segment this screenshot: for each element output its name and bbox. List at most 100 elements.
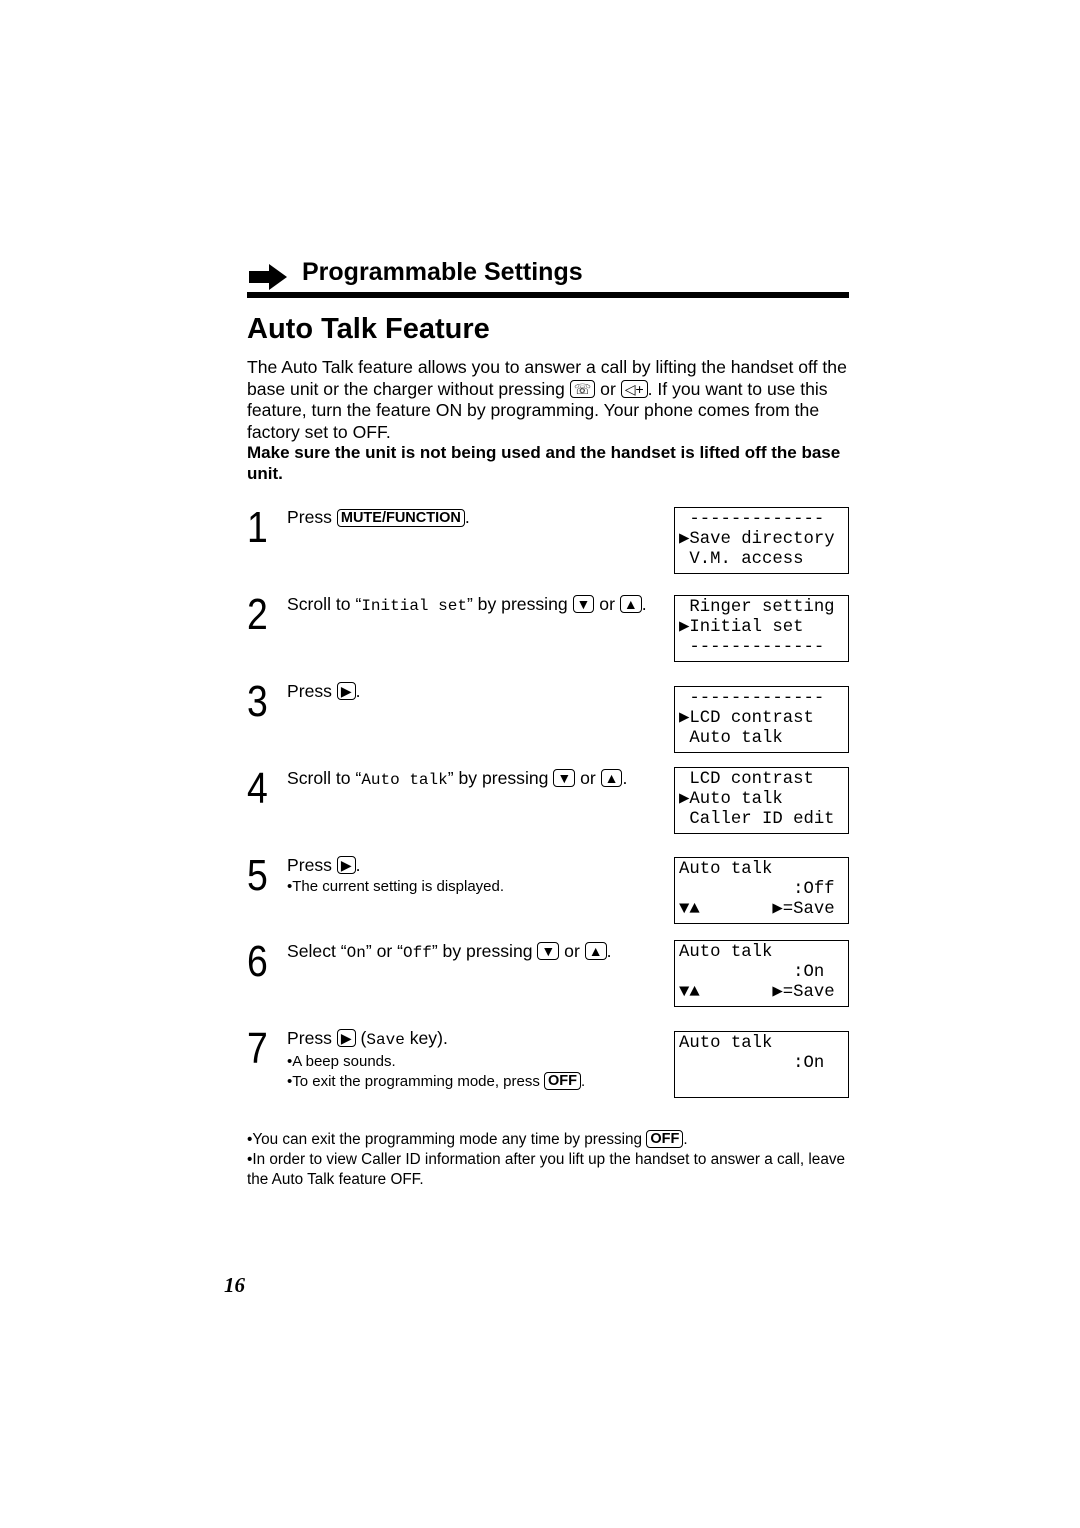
lcd-line: Auto talk bbox=[679, 729, 783, 748]
text: ( bbox=[355, 1028, 367, 1048]
warning-text: Make sure the unit is not being used and… bbox=[247, 443, 841, 483]
step-text: Scroll to “Auto talk” by pressing ▼ or ▲… bbox=[287, 768, 647, 792]
lcd-line: Auto talk bbox=[679, 860, 773, 879]
section-header: Programmable Settings bbox=[247, 256, 849, 298]
step-number: 5 bbox=[247, 851, 268, 900]
lcd-line: ------------- bbox=[679, 689, 825, 708]
step-note: •To exit the programming mode, press bbox=[287, 1072, 545, 1090]
text: Press bbox=[287, 1028, 337, 1048]
lcd-line: ▶Auto talk bbox=[679, 790, 783, 809]
step-text: Press ▶. •The current setting is displaye… bbox=[287, 855, 647, 897]
lcd-line: ------------- bbox=[679, 638, 825, 657]
step-line: Scroll to “Initial set” by pressing ▼ or… bbox=[287, 594, 647, 618]
lcd-line: Caller ID edit bbox=[679, 810, 835, 829]
step-number: 7 bbox=[247, 1024, 268, 1073]
lcd-line: :On bbox=[679, 963, 825, 982]
step-line: Scroll to “Auto talk” by pressing ▼ or ▲… bbox=[287, 768, 647, 792]
step-number: 6 bbox=[247, 937, 268, 986]
lcd-term: Auto talk bbox=[361, 771, 448, 789]
lcd-display: ------------- ▶Save directory V.M. access bbox=[674, 507, 849, 574]
text: or bbox=[559, 941, 585, 961]
lcd-line: Auto talk bbox=[679, 943, 773, 962]
text: . bbox=[464, 507, 470, 527]
step-text: Press MUTE/FUNCTION. bbox=[287, 507, 647, 529]
step-note: •The current setting is displayed. bbox=[287, 877, 505, 895]
right-arrow-icon bbox=[249, 264, 287, 290]
text: Press bbox=[287, 507, 337, 527]
text: . bbox=[641, 594, 647, 614]
text: ” by pressing bbox=[466, 594, 573, 614]
down-key-icon: ▼ bbox=[537, 942, 560, 960]
lcd-line: ▼▲ ▶=Save bbox=[679, 900, 835, 919]
down-key-icon: ▼ bbox=[572, 595, 595, 613]
step-line: Press ▶. bbox=[287, 855, 647, 877]
lcd-display: Auto talk :On bbox=[674, 1031, 849, 1098]
lcd-line: Ringer setting bbox=[679, 598, 835, 617]
footnote: •In order to view Caller ID information … bbox=[247, 1150, 857, 1190]
lcd-term: Save bbox=[366, 1031, 405, 1049]
page-title: Auto Talk Feature bbox=[247, 313, 490, 345]
text: ” by pressing bbox=[447, 768, 554, 788]
step-line: •To exit the programming mode, press OFF… bbox=[287, 1071, 647, 1092]
lcd-line: ------------- bbox=[679, 510, 825, 529]
step-text: Press ▶ (Save key). •A beep sounds. •To ex… bbox=[287, 1028, 647, 1092]
right-key-icon: ▶ bbox=[336, 1029, 356, 1047]
text: or bbox=[595, 378, 621, 399]
step-text: Press ▶. bbox=[287, 681, 647, 703]
text: Press bbox=[287, 681, 337, 701]
mute-function-key: MUTE/FUNCTION bbox=[336, 509, 465, 527]
step-number: 4 bbox=[247, 764, 268, 813]
step-note: •A beep sounds. bbox=[287, 1052, 396, 1070]
text: Select “ bbox=[287, 941, 347, 961]
lcd-term: Initial set bbox=[361, 597, 467, 615]
lcd-display: Auto talk :Off ▼▲ ▶=Save bbox=[674, 857, 849, 924]
manual-page: Programmable Settings Auto Talk Feature … bbox=[0, 0, 1080, 1528]
text: key). bbox=[404, 1028, 448, 1048]
text: . bbox=[606, 941, 612, 961]
lcd-term: On bbox=[346, 944, 366, 962]
lcd-line: :Off bbox=[679, 880, 835, 899]
step-line: Press MUTE/FUNCTION. bbox=[287, 507, 647, 529]
step-line: Press ▶ (Save key). bbox=[287, 1028, 647, 1052]
text: •In order to view Caller ID information … bbox=[247, 1151, 845, 1188]
step-number: 1 bbox=[247, 503, 268, 552]
up-key-icon: ▲ bbox=[600, 769, 623, 787]
up-key-icon: ▲ bbox=[619, 595, 642, 613]
step-number: 3 bbox=[247, 677, 268, 726]
text: ” by pressing bbox=[431, 941, 538, 961]
lcd-line: ▶Save directory bbox=[679, 530, 835, 549]
text: Press bbox=[287, 855, 337, 875]
text: or bbox=[594, 594, 620, 614]
off-key: OFF bbox=[646, 1130, 684, 1148]
footnote: •You can exit the programming mode any t… bbox=[247, 1130, 857, 1150]
lcd-display: Ringer setting ▶Initial set ------------- bbox=[674, 595, 849, 662]
text: . bbox=[355, 855, 361, 875]
text: . bbox=[355, 681, 361, 701]
lcd-line: LCD contrast bbox=[679, 770, 814, 789]
lcd-display: ------------- ▶LCD contrast Auto talk bbox=[674, 686, 849, 753]
lcd-line: ▶LCD contrast bbox=[679, 709, 814, 728]
up-key-icon: ▲ bbox=[584, 942, 607, 960]
right-key-icon: ▶ bbox=[336, 856, 356, 874]
right-key-icon: ▶ bbox=[336, 682, 356, 700]
step-line: •The current setting is displayed. bbox=[287, 877, 647, 897]
step-line: Press ▶. bbox=[287, 681, 647, 703]
text: . bbox=[622, 768, 628, 788]
step-note: . bbox=[581, 1072, 586, 1090]
off-key: OFF bbox=[544, 1071, 582, 1090]
text: . bbox=[683, 1131, 688, 1148]
down-key-icon: ▼ bbox=[553, 769, 576, 787]
lcd-line: ▶Initial set bbox=[679, 618, 804, 637]
step-text: Select “On” or “Off” by pressing ▼ or ▲. bbox=[287, 941, 647, 965]
step-line: •A beep sounds. bbox=[287, 1052, 647, 1072]
step-number: 2 bbox=[247, 590, 268, 639]
lcd-display: LCD contrast ▶Auto talk Caller ID edit bbox=[674, 767, 849, 834]
text: or bbox=[575, 768, 601, 788]
lcd-term: Off bbox=[403, 944, 432, 962]
page-number: 16 bbox=[224, 1273, 245, 1297]
lcd-line: :On bbox=[679, 1054, 825, 1073]
lcd-line: Auto talk bbox=[679, 1034, 773, 1053]
speaker-key-icon: ◁+ bbox=[620, 379, 648, 398]
text: ” or “ bbox=[365, 941, 403, 961]
step-text: Scroll to “Initial set” by pressing ▼ or… bbox=[287, 594, 647, 618]
